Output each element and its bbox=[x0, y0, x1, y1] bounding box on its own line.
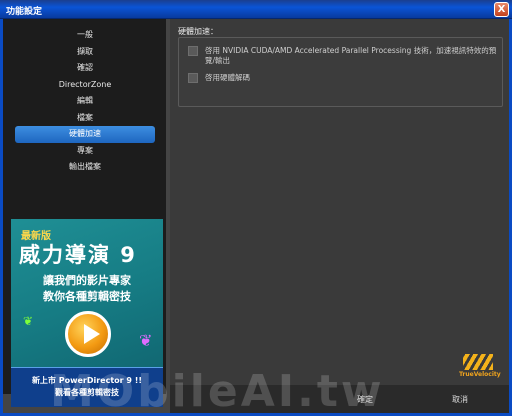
promo-brand: 威力導演 9 bbox=[19, 243, 137, 267]
truevelocity-logo: TrueVelocity bbox=[459, 354, 501, 382]
cancel-button[interactable]: 取消 bbox=[420, 393, 500, 407]
window-title: 功能設定 bbox=[6, 7, 43, 17]
sidebar-item-output-file[interactable]: 輸出檔案 bbox=[15, 159, 155, 176]
sidebar-item-capture[interactable]: 擷取 bbox=[15, 44, 155, 61]
sidebar-item-project[interactable]: 專案 bbox=[15, 143, 155, 160]
sidebar-nav: 一般 擷取 確認 DirectorZone 編輯 檔案 硬體加速 專案 輸出檔案 bbox=[15, 27, 155, 176]
sidebar-item-confirm[interactable]: 確認 bbox=[15, 60, 155, 77]
hw-decode-checkbox[interactable] bbox=[188, 73, 198, 83]
promo-line-1: 讓我們的影片專家 bbox=[43, 274, 131, 287]
options-group: 啓用 NVIDIA CUDA/AMD Accelerated Parallel … bbox=[178, 37, 503, 107]
velocity-stripes-icon bbox=[463, 354, 493, 370]
promo-line-2: 教你各種剪輯密技 bbox=[43, 290, 131, 303]
play-icon[interactable] bbox=[65, 311, 111, 357]
section-title: 硬體加速： bbox=[178, 27, 218, 36]
logo-text: TrueVelocity bbox=[459, 371, 501, 378]
close-button[interactable]: X bbox=[494, 2, 509, 17]
butterfly-icon: ❦ bbox=[139, 331, 153, 350]
hw-decode-label: 啓用硬體解碼 bbox=[205, 73, 250, 82]
sidebar-item-hardware-acceleration[interactable]: 硬體加速 bbox=[15, 126, 155, 143]
sidebar-item-directorzone[interactable]: DirectorZone bbox=[15, 77, 155, 94]
sidebar-item-file[interactable]: 檔案 bbox=[15, 110, 155, 127]
butterfly-icon: ❦ bbox=[23, 314, 34, 328]
settings-panel: 硬體加速： 啓用 NVIDIA CUDA/AMD Accelerated Par… bbox=[170, 19, 509, 385]
cuda-label: 啓用 NVIDIA CUDA/AMD Accelerated Parallel … bbox=[205, 46, 497, 55]
title-bar: 功能設定 X bbox=[0, 0, 512, 19]
sidebar-item-editing[interactable]: 編輯 bbox=[15, 93, 155, 110]
cuda-checkbox[interactable] bbox=[188, 46, 198, 56]
sidebar-item-general[interactable]: 一般 bbox=[15, 27, 155, 44]
cuda-label-cont: 覽/輸出 bbox=[205, 56, 231, 65]
watermark: MObileAI.tw bbox=[50, 366, 385, 416]
sidebar: 一般 擷取 確認 DirectorZone 編輯 檔案 硬體加速 專案 輸出檔案… bbox=[3, 19, 166, 407]
